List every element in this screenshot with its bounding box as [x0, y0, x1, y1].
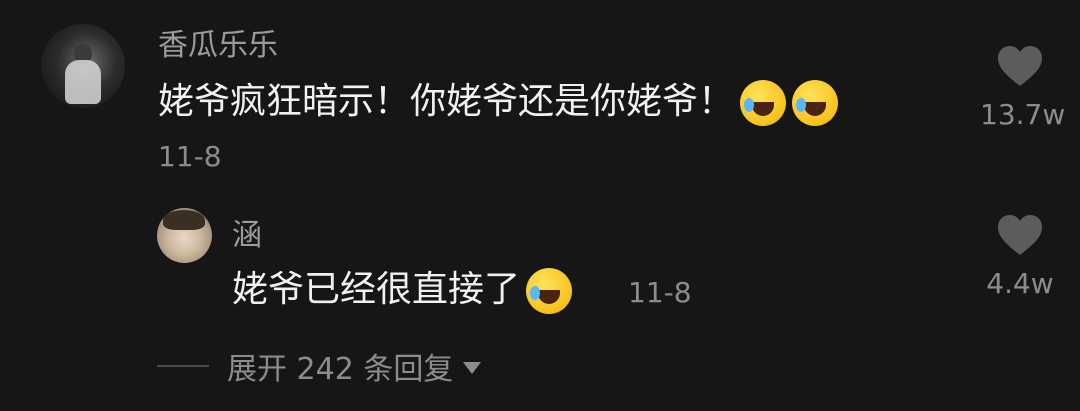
reply-like-count: 4.4w	[986, 267, 1054, 300]
avatar-hair-shape	[163, 210, 205, 230]
replier-avatar[interactable]	[157, 208, 212, 263]
reply-text[interactable]: 姥爷已经很直接了	[232, 268, 573, 314]
reply-date: 11-8	[628, 276, 692, 309]
laughing-crying-emoji-icon	[792, 80, 839, 126]
comment-like-count: 13.7w	[980, 98, 1066, 131]
comment-date: 11-8	[158, 140, 222, 173]
commenter-avatar[interactable]	[41, 24, 125, 108]
divider-line	[157, 365, 209, 367]
expand-replies-label: 展开 242 条回复	[227, 352, 454, 387]
caret-down-icon	[463, 362, 482, 374]
expand-replies-button[interactable]: 展开 242 条回复	[157, 344, 482, 388]
reply-like-button[interactable]: 4.4w	[980, 213, 1060, 301]
laughing-crying-emoji-icon	[526, 268, 573, 314]
comment-text[interactable]: 姥爷疯狂暗示！你姥爷还是你姥爷！	[158, 80, 839, 126]
avatar-figure-shape	[65, 60, 101, 104]
replier-username[interactable]: 涵	[232, 218, 262, 254]
comment-text-content: 姥爷疯狂暗示！你姥爷还是你姥爷！	[158, 81, 735, 122]
commenter-username[interactable]: 香瓜乐乐	[158, 28, 278, 64]
heart-icon	[996, 213, 1044, 257]
heart-icon	[996, 44, 1044, 88]
comment-like-button[interactable]: 13.7w	[980, 44, 1066, 132]
laughing-crying-emoji-icon	[740, 80, 787, 126]
reply-text-content: 姥爷已经很直接了	[232, 269, 521, 310]
